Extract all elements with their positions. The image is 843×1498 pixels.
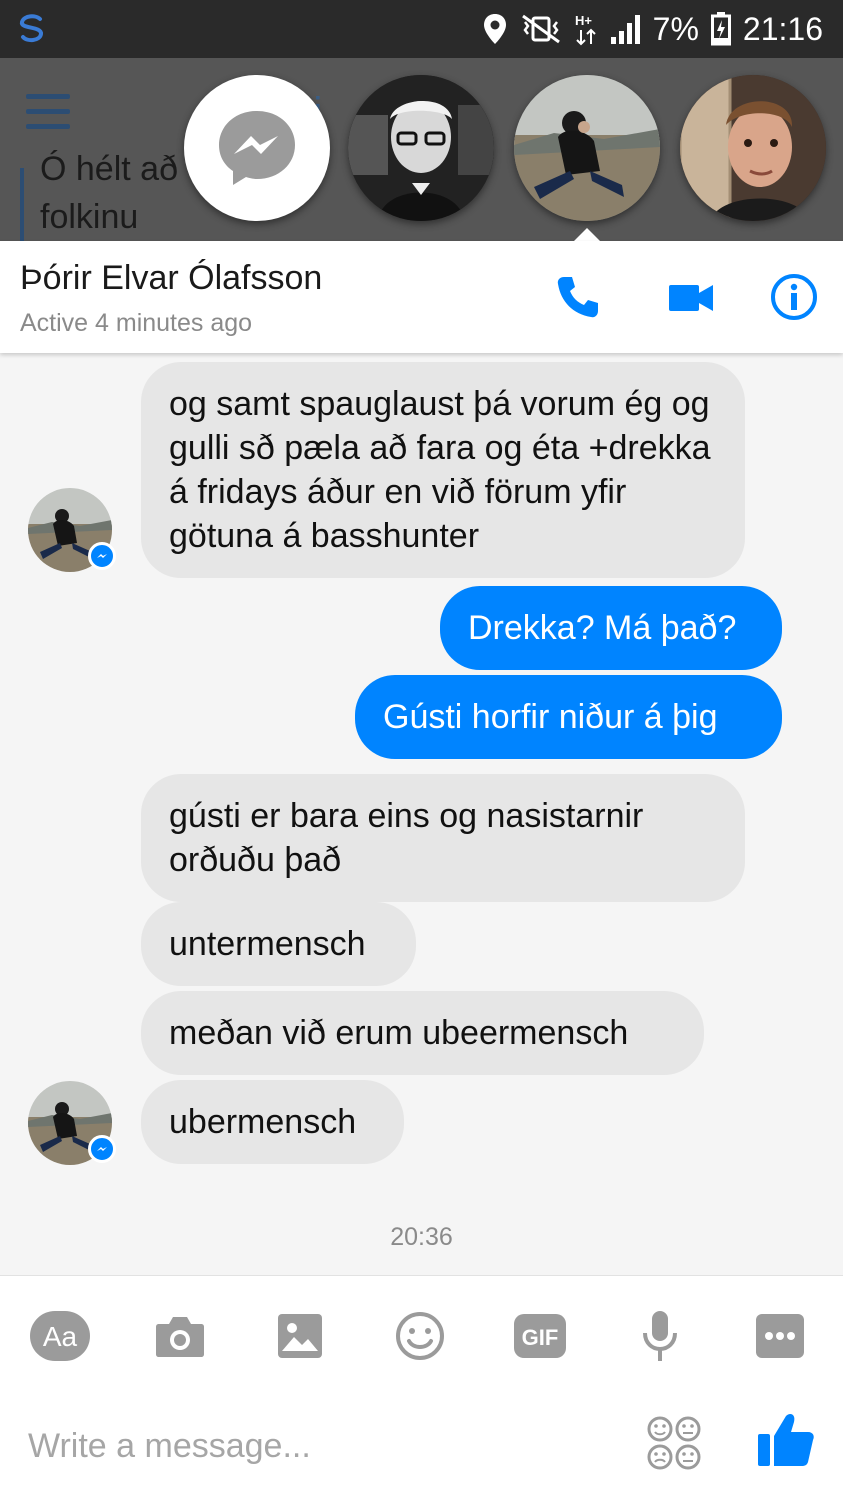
background-text-line: Ó hélt að xyxy=(40,150,178,188)
clock: 21:16 xyxy=(742,10,823,47)
emoji-picker-icon[interactable] xyxy=(646,1415,702,1471)
svg-text:H+: H+ xyxy=(575,13,592,28)
sender-avatar[interactable] xyxy=(28,1081,116,1165)
video-call-button[interactable] xyxy=(665,271,717,323)
video-camera-icon xyxy=(669,285,713,311)
microphone-icon xyxy=(643,1311,677,1361)
location-icon xyxy=(483,14,506,44)
status-bar: H+ 7% 21:16 xyxy=(0,0,843,58)
message-thread[interactable]: og samt spauglaust þá vorum ég og gulli … xyxy=(0,353,843,1275)
voice-message-button[interactable] xyxy=(630,1306,690,1366)
contact-photo xyxy=(514,75,660,221)
chat-head-contact[interactable] xyxy=(680,75,826,221)
like-thumbs-up-icon[interactable] xyxy=(756,1410,816,1470)
message-composer: Aa GIF xyxy=(0,1275,843,1498)
more-options-button[interactable] xyxy=(750,1306,810,1366)
background-text-line: folkinu xyxy=(40,198,139,236)
camera-icon xyxy=(156,1317,204,1357)
quote-bar xyxy=(20,168,24,243)
more-icon xyxy=(756,1314,804,1358)
message-timestamp: 20:36 xyxy=(390,1223,453,1251)
camera-button[interactable] xyxy=(150,1306,210,1366)
aa-icon: Aa xyxy=(30,1311,90,1361)
vibrate-mute-icon xyxy=(521,14,560,44)
contact-photo xyxy=(680,75,826,221)
messenger-badge-icon xyxy=(88,1135,116,1163)
signal-icon xyxy=(610,15,640,44)
contact-name[interactable]: Þórir Elvar Ólafsson xyxy=(20,259,322,298)
incoming-message[interactable]: og samt spauglaust þá vorum ég og gulli … xyxy=(141,362,745,578)
gallery-button[interactable] xyxy=(270,1306,330,1366)
info-icon xyxy=(771,274,817,320)
chat-head-pointer xyxy=(573,228,601,242)
gif-label: GIF xyxy=(522,1325,559,1350)
outgoing-message[interactable]: Gústi horfir niður á þig xyxy=(355,675,782,759)
sender-avatar[interactable] xyxy=(28,488,116,572)
messenger-icon xyxy=(219,111,295,185)
chat-head-contact[interactable] xyxy=(348,75,494,221)
messenger-badge-icon xyxy=(88,542,116,570)
gif-button[interactable]: GIF xyxy=(510,1306,570,1366)
smiley-icon xyxy=(396,1312,444,1360)
contact-photo xyxy=(348,75,494,221)
incoming-message[interactable]: meðan við erum ubeermensch xyxy=(141,991,704,1075)
menu-icon xyxy=(26,94,70,130)
active-status: Active 4 minutes ago xyxy=(20,309,253,337)
text-format-button[interactable]: Aa xyxy=(30,1306,90,1366)
incoming-message[interactable]: ubermensch xyxy=(141,1080,404,1164)
conversation-info-button[interactable] xyxy=(768,271,820,323)
battery-percent: 7% xyxy=(652,10,699,47)
voice-call-button[interactable] xyxy=(552,271,604,323)
incoming-message[interactable]: gústi er bara eins og nasistarnir orðuðu… xyxy=(141,774,745,902)
gif-icon: GIF xyxy=(514,1314,566,1358)
app-notification-icon xyxy=(20,14,43,43)
data-hplus-icon: H+ xyxy=(575,13,596,46)
incoming-message[interactable]: untermensch xyxy=(141,902,416,986)
image-icon xyxy=(278,1314,322,1358)
conversation-header: Þórir Elvar Ólafsson Active 4 minutes ag… xyxy=(0,241,843,353)
phone-icon xyxy=(557,277,598,318)
outgoing-message[interactable]: Drekka? Má það? xyxy=(440,586,782,670)
chat-head-active-contact[interactable] xyxy=(514,75,660,221)
sticker-button[interactable] xyxy=(390,1306,450,1366)
messenger-chat-head[interactable] xyxy=(184,75,330,221)
message-input[interactable] xyxy=(28,1416,618,1476)
battery-charging-icon xyxy=(710,12,731,46)
aa-label: Aa xyxy=(43,1321,78,1352)
